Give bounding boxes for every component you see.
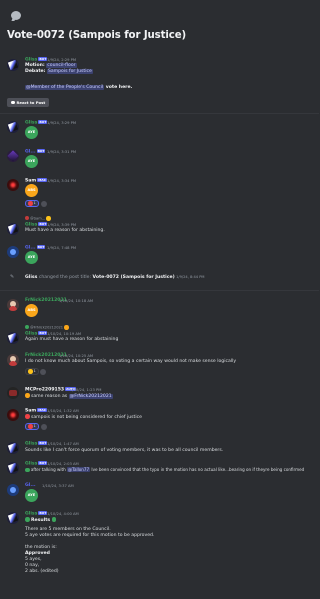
x-emoji-icon [28,201,33,206]
reaction[interactable]: 1 [25,368,39,375]
avatar[interactable] [7,484,19,496]
message: Gl... BOT 1/9/24, 7:48 PM AYE [0,244,319,268]
smile-icon [11,100,15,105]
thread-title: Vote-0072 (Sampois for Justice) [7,30,187,41]
thumbs-up-icon [28,369,33,374]
avatar[interactable] [7,150,19,162]
author-name[interactable]: Gliss BOT [25,441,48,448]
channel-mention[interactable]: Sampois for Justice [46,69,93,74]
avatar[interactable] [7,462,19,474]
timestamp: 1/9/24, 7:48 PM [47,246,77,250]
reaction[interactable]: 1 [25,200,39,207]
emoji-icon [25,517,30,522]
message: MCPro2209153 AUTO 1/10/24, 1:23 PM same r… [0,386,319,406]
avatar[interactable] [7,387,19,399]
channel-mention[interactable]: council-floor [46,63,77,68]
timestamp: 1/10/24, 10:18 AM [59,299,94,303]
vote-abs-badge: ABS [25,184,38,197]
emoji-icon [64,325,69,330]
avatar[interactable] [7,512,19,524]
timestamp: 1/10/24, 1:47 AM [47,442,79,446]
message: Gliss BOT 1/10/24, 4:00 AM Results There … [0,510,319,590]
message: @Sam... Gliss BOT 1/9/24, 3:39 PM Must ha… [0,216,319,238]
add-reaction-icon[interactable] [41,200,47,207]
pencil-icon: ✎ [10,274,15,280]
user-mention[interactable]: @Tallon77 [67,467,91,472]
reply-preview[interactable]: @FrNick20212021 [25,325,69,330]
emoji-icon [51,517,57,522]
message: Gliss BOT 1/10/24, 1:47 AM Sounds like I … [0,440,319,460]
results-line: 5 aye votes are required for this motion… [25,533,155,538]
timestamp: 1/9/24, 3:34 PM [47,179,77,183]
message: Sam MAX 1/9/24, 3:34 PM ABS 1 [0,177,319,213]
message: Gliss BOT 1/10/24, 2:03 AM after talking … [0,460,319,480]
vote-abs-badge: ABS [25,304,38,317]
timestamp: 1/9/24, 3:31 PM [47,150,77,154]
message-body: I do not know much about Sampois, so vot… [25,359,237,364]
vote-aye-badge: AYE [25,126,38,139]
system-message-text: Gliss changed the post title: Vote-0072 … [25,275,205,280]
avatar[interactable] [7,409,19,421]
divider [0,113,319,114]
message-body: Must have a reason for abstaining. [25,228,105,233]
avatar[interactable] [7,223,19,235]
system-message: ✎ Gliss changed the post title: Vote-007… [0,274,319,284]
message-body: Again must have a reason for abstaining [25,337,119,342]
role-mention[interactable]: @Member of the People's Council [25,85,105,90]
message-body: same reason as @FrNick20212021 [25,393,113,400]
thread-icon [11,11,21,20]
vote-aye-badge: AYE [25,251,38,264]
message-body: sampois is not being considered for chie… [25,414,142,421]
message: FrNick20212021 1/10/24, 10:25 AM I do no… [0,352,319,382]
reply-preview[interactable]: @Sam... [25,216,51,221]
emoji-icon [25,393,30,398]
bot-tag: BOT [38,57,48,62]
divider [0,290,319,291]
message: FrNick20212021 1/10/24, 10:18 AM ABS [0,297,319,321]
vote-aye-badge: AYE [25,155,38,168]
thread-header: Vote-0072 (Sampois for Justice) [0,0,319,54]
x-emoji-icon [28,424,33,429]
message: Gl... BOT 1/9/24, 3:31 PM AYE [0,148,319,172]
reaction[interactable]: 1 [25,423,39,430]
message: @FrNick20212021 Gliss BOT 1/10/24, 10:19 … [0,325,319,347]
message: Sam MAX 1/10/24, 1:32 AM sampois is not b… [0,407,319,441]
avatar[interactable] [7,354,19,366]
vote-aye-badge: AYE [25,489,38,502]
react-to-post-button[interactable]: React to Post [7,98,50,107]
results-line: 2 abs. (edited) [25,569,59,574]
avatar[interactable] [7,59,19,71]
add-reaction-icon[interactable] [40,368,46,375]
emoji-icon [25,467,30,473]
role-mention-line: @Member of the People's Council vote her… [25,85,133,90]
add-reaction-icon[interactable] [41,423,47,430]
results-header: Results [25,517,57,524]
avatar[interactable] [7,246,19,258]
timestamp: 1/10/24, 3:37 AM [42,484,74,488]
debate-line: Debate: Sampois for Justice [25,69,93,74]
message: Gl... 1/10/24, 3:37 AM AYE [0,482,319,506]
message: Gliss BOT 1/9/24, 3:29 PM AYE [0,119,319,143]
timestamp: 1/9/24, 3:29 PM [47,121,77,125]
avatar[interactable] [7,179,19,191]
emoji-icon [25,414,30,419]
avatar[interactable] [7,299,19,311]
user-mention[interactable]: @FrNick20212021 [68,393,113,399]
avatar[interactable] [7,121,19,133]
avatar[interactable] [7,442,19,454]
message: Gliss BOT 1/9/24, 2:29 PM Motion: council… [0,56,319,94]
message-body: Sounds like I can't force quorum of voti… [25,448,224,453]
avatar[interactable] [7,332,19,344]
emoji-icon [46,216,51,221]
message-body: after talking with @Tallon77 Ive been co… [25,467,304,473]
